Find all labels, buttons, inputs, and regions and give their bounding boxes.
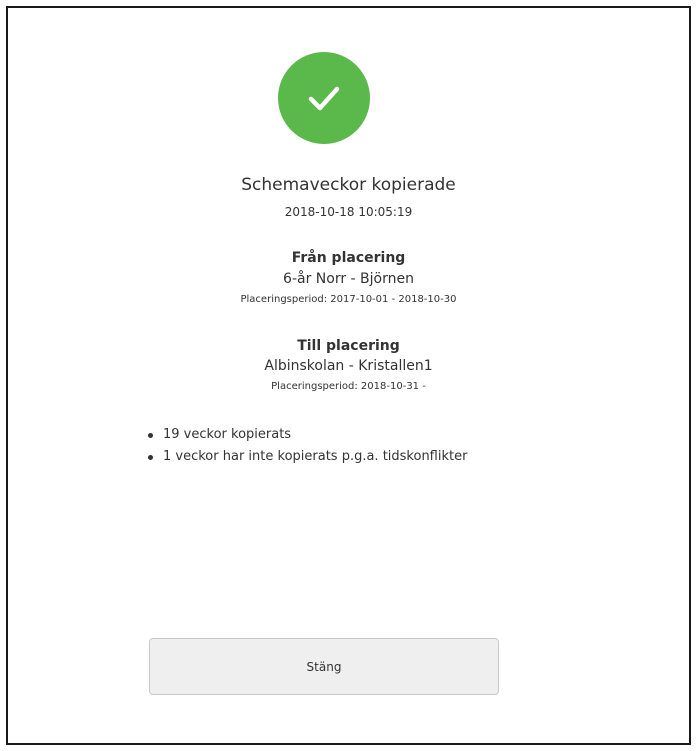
to-placement-heading: Till placering xyxy=(297,338,400,354)
copy-results-list: 19 veckor kopierats 1 veckor har inte ko… xyxy=(143,424,467,468)
copy-result-dialog: Schemaveckor kopierade 2018-10-18 10:05:… xyxy=(6,6,691,745)
result-item-copied: 19 veckor kopierats xyxy=(143,424,467,446)
dialog-title: Schemaveckor kopierade xyxy=(241,175,456,195)
to-placement-name: Albinskolan - Kristallen1 xyxy=(264,358,433,374)
to-placement-period: Placeringsperiod: 2018-10-31 - xyxy=(271,381,426,392)
copy-timestamp: 2018-10-18 10:05:19 xyxy=(284,205,413,219)
result-item-conflicts: 1 veckor har inte kopierats p.g.a. tidsk… xyxy=(143,446,467,468)
checkmark-icon xyxy=(278,52,370,144)
from-placement-name: 6-år Norr - Björnen xyxy=(283,271,414,287)
from-placement-heading: Från placering xyxy=(291,250,406,266)
checkmark-glyph xyxy=(308,86,340,111)
from-placement-period: Placeringsperiod: 2017-10-01 - 2018-10-3… xyxy=(240,294,457,305)
close-button[interactable]: Stäng xyxy=(149,638,499,695)
